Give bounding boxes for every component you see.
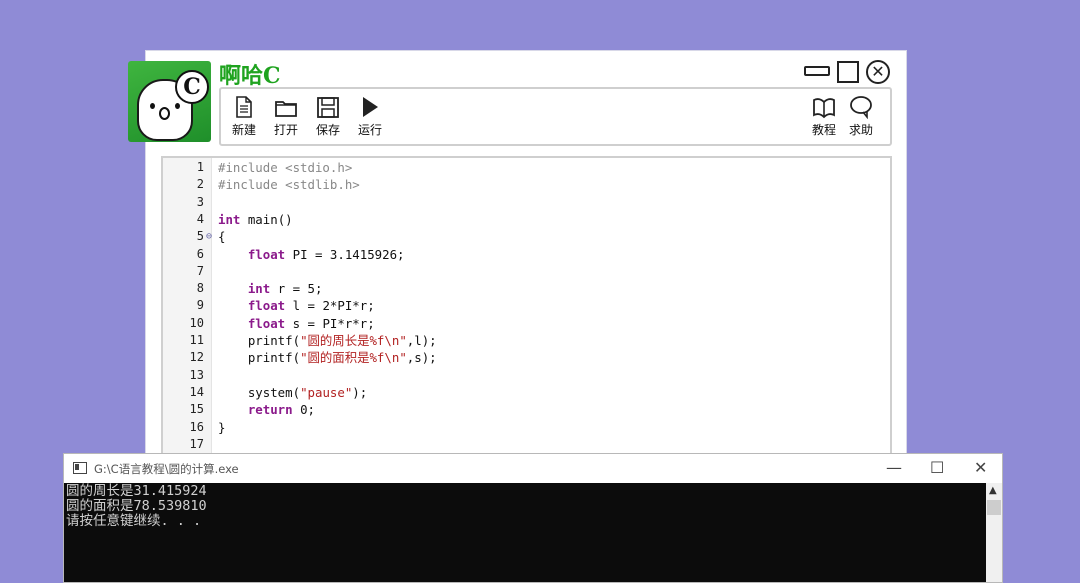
line-number: 1 — [196, 160, 204, 174]
run-label: 运行 — [357, 123, 382, 137]
open-label: 打开 — [273, 123, 298, 137]
code-line[interactable]: 13 — [163, 367, 890, 384]
line-number: 5 — [196, 229, 204, 244]
code-line[interactable]: 11 printf("圆的周长是%f\n",l); — [163, 332, 890, 349]
code-line[interactable]: 4 int main() — [163, 211, 890, 228]
code-line[interactable]: 8 int r = 5; — [163, 280, 890, 297]
close-button[interactable]: ✕ — [866, 60, 890, 84]
code-line[interactable]: 9 float l = 2*PI*r; — [163, 297, 890, 314]
code-text: float s = PI*r*r; — [247, 315, 375, 331]
app-logo: C — [128, 61, 211, 142]
logo-eye-right — [175, 103, 180, 109]
code-line[interactable]: 5 ⊖ { — [163, 228, 890, 245]
help-label: 求助 — [848, 123, 873, 137]
minimize-button[interactable] — [804, 66, 830, 76]
code-line[interactable]: 6 float PI = 3.1415926; — [163, 246, 890, 263]
close-icon: ✕ — [871, 62, 885, 81]
code-text: #include <stdio.h> — [218, 160, 353, 175]
code-line[interactable]: 12 printf("圆的面积是%f\n",s); — [163, 349, 890, 366]
save-label: 保存 — [315, 123, 340, 137]
line-number: 2 — [196, 177, 204, 192]
console-output[interactable]: 圆的周长是31.415924 圆的面积是78.539810 请按任意键继续. .… — [64, 483, 986, 582]
console-maximize-button[interactable]: ☐ — [930, 458, 944, 477]
line-number: 12 — [189, 350, 204, 365]
code-line[interactable]: 3 — [163, 194, 890, 211]
maximize-button[interactable] — [837, 61, 859, 83]
code-text: int r = 5; — [247, 281, 323, 297]
console-line: 圆的面积是78.539810 — [66, 498, 207, 514]
code-text: printf("圆的面积是%f\n",s); — [218, 350, 437, 366]
save-button[interactable]: 保存 — [310, 95, 346, 138]
line-number: 8 — [196, 281, 204, 296]
code-text: float l = 2*PI*r; — [247, 298, 375, 314]
logo-mouth — [159, 107, 170, 120]
new-file-icon — [236, 96, 252, 118]
line-number: 11 — [189, 333, 204, 347]
help-button[interactable]: 求助 — [843, 95, 879, 138]
line-number: 15 — [189, 402, 204, 417]
tutorial-button[interactable]: 教程 — [806, 95, 842, 138]
code-line[interactable]: 1 #include <stdio.h> — [163, 159, 890, 176]
app-title: 啊哈C — [219, 63, 281, 89]
line-number: 14 — [189, 384, 204, 399]
line-number: 3 — [196, 194, 204, 209]
line-number: 7 — [196, 263, 204, 278]
fold-icon[interactable]: ⊖ — [206, 228, 212, 245]
code-text: return 0; — [247, 402, 315, 418]
code-line[interactable]: 15 return 0; — [163, 401, 890, 418]
code-line[interactable]: 10 float s = PI*r*r; — [163, 315, 890, 332]
console-title: G:\C语言教程\圆的计算.exe — [94, 462, 239, 476]
console-window: G:\C语言教程\圆的计算.exe — ☐ ✕ 圆的周长是31.415924 圆… — [63, 453, 1003, 583]
line-number: 10 — [189, 315, 204, 330]
code-editor[interactable]: 1 #include <stdio.h> 2 #include <stdlib.h> 3… — [161, 156, 892, 460]
play-icon — [363, 97, 378, 117]
new-button[interactable]: 新建 — [226, 95, 262, 138]
console-app-icon — [73, 462, 87, 474]
line-number: 13 — [189, 367, 204, 382]
tutorial-label: 教程 — [811, 123, 836, 137]
code-text: system("pause"); — [218, 384, 368, 400]
code-line[interactable]: 17 — [163, 436, 890, 453]
code-line[interactable]: 16} — [163, 419, 890, 436]
line-number: 16 — [189, 419, 204, 434]
toolbar: 新建 打开 保存 运行 教程 求助 — [219, 87, 892, 146]
logo-eye-left — [150, 103, 155, 109]
line-number: 17 — [189, 436, 204, 451]
save-icon — [317, 97, 339, 118]
open-button[interactable]: 打开 — [268, 95, 304, 138]
scrollbar-thumb[interactable] — [987, 500, 1001, 515]
console-line: 请按任意键继续. . . — [66, 513, 202, 529]
scroll-up-icon[interactable]: ▲ — [989, 485, 997, 496]
code-line[interactable]: 14 system("pause"); — [163, 384, 890, 401]
code-text: #include <stdlib.h> — [218, 177, 360, 193]
console-close-button[interactable]: ✕ — [974, 458, 987, 477]
line-number: 9 — [196, 298, 204, 313]
code-text: } — [218, 419, 226, 435]
line-number: 4 — [196, 211, 204, 226]
console-line: 圆的周长是31.415924 — [66, 483, 207, 499]
console-scrollbar[interactable]: ▲ — [986, 483, 1002, 582]
new-label: 新建 — [231, 123, 256, 137]
code-line[interactable]: 7 — [163, 263, 890, 280]
console-titlebar: G:\C语言教程\圆的计算.exe — ☐ ✕ — [64, 454, 1002, 483]
code-text: float PI = 3.1415926; — [247, 246, 405, 262]
logo-letter: C — [175, 70, 209, 104]
book-icon — [813, 98, 835, 119]
folder-icon — [275, 101, 297, 117]
code-text: int main() — [218, 211, 293, 227]
code-text: printf("圆的周长是%f\n",l); — [218, 333, 437, 348]
run-button[interactable]: 运行 — [352, 95, 388, 138]
console-minimize-button[interactable]: — — [886, 458, 902, 477]
line-number: 6 — [196, 246, 204, 261]
speech-bubble-icon — [850, 96, 872, 119]
code-line[interactable]: 2 #include <stdlib.h> — [163, 176, 890, 193]
code-text: { — [218, 229, 226, 245]
